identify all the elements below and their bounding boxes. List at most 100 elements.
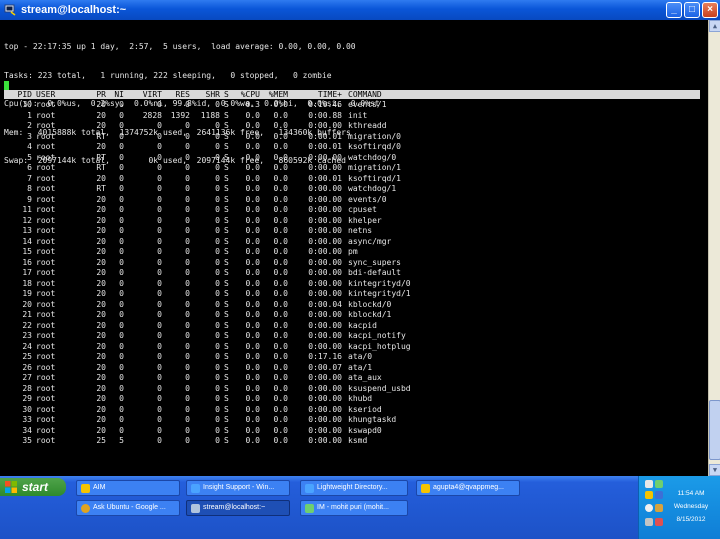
minimize-button[interactable]: _ <box>666 2 682 18</box>
process-pr-cell: 20 <box>96 425 106 435</box>
process-shr-cell: 0 <box>215 131 220 141</box>
scroll-up-button[interactable]: ▲ <box>709 20 720 32</box>
terminal-cursor <box>4 81 9 90</box>
process-cpu-cell: 0.0 <box>245 257 260 267</box>
process-shr-cell: 0 <box>215 320 220 330</box>
process-cpu-cell: 0.0 <box>245 247 260 256</box>
process-res-cell: 0 <box>185 320 190 330</box>
process-cmd-cell: events/0 <box>348 194 387 204</box>
process-user-cell: root <box>36 352 56 361</box>
process-mem-cell: 0.0 <box>273 341 288 351</box>
process-pid-cell: 29 <box>22 394 32 403</box>
process-ni-cell: 0 <box>119 425 124 435</box>
taskbar-item-agupta4[interactable]: agupta4@qvappmeg... <box>416 480 520 496</box>
process-mem-cell: 0.0 <box>273 310 288 319</box>
process-res-cell: 0 <box>185 278 190 288</box>
process-cpu-cell: 0.0 <box>245 278 260 288</box>
process-user-cell: root <box>36 404 56 414</box>
process-shr-cell: 0 <box>215 194 220 204</box>
process-pid-cell: 2 <box>27 121 32 130</box>
terminal-output[interactable]: top - 22:17:35 up 1 day, 2:57, 5 users, … <box>0 20 708 476</box>
process-pr-cell: 20 <box>96 373 106 382</box>
taskbar-item-aim[interactable]: AIM <box>76 480 180 496</box>
start-button[interactable]: start <box>0 478 66 496</box>
process-mem-cell: 0.0 <box>273 362 288 372</box>
process-cmd-cell: ksmd <box>348 436 368 445</box>
security-icon[interactable] <box>655 491 663 499</box>
window-title-bar[interactable]: stream@localhost:~ _ □ × <box>0 0 720 20</box>
taskbar-item-lightweight-directory[interactable]: Lightweight Directory... <box>300 480 408 496</box>
maximize-button[interactable]: □ <box>684 2 700 18</box>
process-user-cell: root <box>36 226 56 235</box>
process-ni-cell: 0 <box>119 173 124 183</box>
process-pr-cell: 20 <box>96 352 106 361</box>
display-icon[interactable] <box>645 518 653 526</box>
process-user-cell: root <box>36 320 56 330</box>
process-cpu-cell: 0.0 <box>245 173 260 183</box>
process-pr-cell: 20 <box>96 226 106 235</box>
update-icon[interactable] <box>655 504 663 512</box>
process-cmd-cell: sync_supers <box>348 257 401 267</box>
process-s-cell: S <box>224 184 229 193</box>
process-pr-cell: 20 <box>96 394 106 403</box>
scroll-down-button[interactable]: ▼ <box>709 464 720 476</box>
process-virt-cell: 0 <box>157 100 162 109</box>
taskbar-item-insight-support[interactable]: Insight Support - Win... <box>186 480 290 496</box>
process-res-cell: 0 <box>185 415 190 424</box>
process-user-cell: root <box>36 373 56 382</box>
taskbar-item-ask-ubuntu[interactable]: Ask Ubuntu - Google ... <box>76 500 180 516</box>
process-row: 25 root 20 0 0 0 0 S 0.0 0.0 0:17.16 ata/0 <box>4 352 700 363</box>
process-pid-cell: 30 <box>22 404 32 414</box>
scroll-thumb[interactable] <box>709 400 720 460</box>
taskbar: start AIM Insight Support - Win... Light… <box>0 476 720 539</box>
process-s-cell: S <box>224 257 229 267</box>
process-shr-cell: 0 <box>215 215 220 225</box>
process-row: 26 root 20 0 0 0 0 S 0.0 0.0 0:00.07 ata/1 <box>4 363 700 374</box>
aim-tray-icon[interactable] <box>645 491 653 499</box>
alert-icon[interactable] <box>655 518 663 526</box>
network-icon[interactable] <box>645 480 653 488</box>
process-ni-cell: 0 <box>119 226 124 235</box>
process-shr-cell: 0 <box>215 299 220 309</box>
process-shr-cell: 0 <box>215 257 220 267</box>
process-pr-cell: 20 <box>96 415 106 424</box>
process-virt-cell: 0 <box>157 415 162 424</box>
process-time-cell: 0:00.00 <box>308 152 342 162</box>
taskbar-item-terminal[interactable]: stream@localhost:~ <box>186 500 290 516</box>
process-virt-cell: 0 <box>157 320 162 330</box>
volume-icon[interactable] <box>645 504 653 512</box>
process-s-cell: S <box>224 215 229 225</box>
process-pr-cell: 20 <box>96 383 106 393</box>
process-mem-cell: 0.0 <box>273 268 288 277</box>
process-mem-cell: 0.0 <box>273 215 288 225</box>
process-shr-cell: 0 <box>215 152 220 162</box>
process-cmd-cell: ksoftirqd/0 <box>348 142 401 151</box>
close-button[interactable]: × <box>702 2 718 18</box>
process-cmd-cell: kacpid <box>348 320 377 330</box>
process-s-cell: S <box>224 394 229 403</box>
process-s-cell: S <box>224 226 229 235</box>
process-row: 30 root 20 0 0 0 0 S 0.0 0.0 0:00.00 kseriod <box>4 405 700 416</box>
process-cmd-cell: ksuspend_usbd <box>348 383 411 393</box>
process-time-cell: 0:00.00 <box>308 194 342 204</box>
process-user-cell: root <box>36 310 56 319</box>
process-virt-cell: 0 <box>157 236 162 246</box>
process-user-cell: root <box>36 341 56 351</box>
process-res-cell: 0 <box>185 268 190 277</box>
process-ni-cell: 0 <box>119 320 124 330</box>
col-mem: %MEM <box>268 90 288 99</box>
process-s-cell: S <box>224 310 229 319</box>
process-row: 23 root 20 0 0 0 0 S 0.0 0.0 0:00.00 kacpi_notify <box>4 331 700 342</box>
process-mem-cell: 0.0 <box>273 373 288 382</box>
col-ni: NI <box>114 90 124 99</box>
messenger-icon[interactable] <box>655 480 663 488</box>
process-row: 5 root RT 0 0 0 0 S 0.0 0.0 0:00.00 watchdog/0 <box>4 153 700 164</box>
process-time-cell: 0:00.00 <box>308 268 342 277</box>
taskbar-item-im[interactable]: IM - mohit puri (mohit... <box>300 500 408 516</box>
process-shr-cell: 1188 <box>200 110 220 120</box>
terminal-scrollbar[interactable]: ▲ ▼ <box>708 20 720 476</box>
clock-time[interactable]: 11:54 AM <box>663 490 719 497</box>
process-cmd-cell: kseriod <box>348 404 382 414</box>
process-ni-cell: 0 <box>119 247 124 256</box>
process-cpu-cell: 0.0 <box>245 425 260 435</box>
